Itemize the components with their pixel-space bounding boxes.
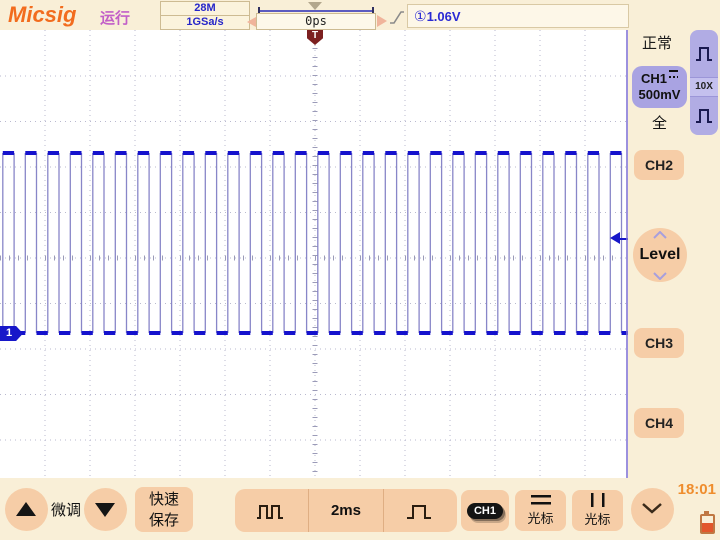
chevron-down-icon bbox=[653, 272, 667, 280]
triangle-up-icon bbox=[16, 502, 36, 516]
battery-icon bbox=[700, 511, 715, 534]
pan-right-icon[interactable] bbox=[377, 15, 387, 27]
trigger-level-value: 1.06V bbox=[426, 9, 461, 24]
sample-rate-value: 1GSa/s bbox=[186, 16, 224, 28]
single-pulse-icon bbox=[407, 504, 432, 519]
timebase-control-group: 2ms bbox=[235, 489, 457, 532]
trigger-slope-icon[interactable] bbox=[389, 8, 405, 26]
trigger-level-arrow-head bbox=[610, 231, 620, 244]
horizontal-cursors-icon bbox=[530, 495, 551, 505]
active-channel-button[interactable]: CH1 bbox=[461, 490, 509, 531]
dc-coupling-icon bbox=[669, 70, 678, 79]
memory-track bbox=[258, 10, 374, 12]
quick-save-button[interactable]: 快速 保存 bbox=[135, 487, 193, 532]
window-position-marker-icon[interactable] bbox=[308, 2, 322, 10]
pan-left-icon[interactable] bbox=[247, 17, 256, 27]
adjust-down-button[interactable] bbox=[84, 488, 127, 531]
battery-fill bbox=[702, 523, 713, 532]
quick-save-line2: 保存 bbox=[148, 512, 179, 529]
chevron-up-icon bbox=[653, 231, 667, 239]
scope-graticule-and-trace bbox=[0, 30, 628, 478]
vertical-cursor-button[interactable]: 光标 bbox=[572, 490, 623, 531]
waveform-display[interactable]: T 1 bbox=[0, 30, 628, 478]
probe-panel[interactable]: 10X bbox=[690, 30, 718, 135]
horizontal-position-value[interactable]: 0ps bbox=[256, 13, 376, 30]
timebase-zoom-in-button[interactable] bbox=[382, 489, 457, 532]
vertical-cursors-icon bbox=[590, 493, 604, 507]
horizontal-cursor-label: 光标 bbox=[527, 511, 554, 526]
ch1-scale-value: 500mV bbox=[638, 87, 681, 102]
chevron-down-icon bbox=[642, 503, 662, 514]
acquire-mode-label[interactable]: 正常 bbox=[642, 32, 672, 53]
run-state-label[interactable]: 运行 bbox=[100, 7, 130, 28]
trigger-source-symbol: ① bbox=[414, 8, 427, 24]
ch3-button[interactable]: CH3 bbox=[634, 328, 684, 358]
ch1-bandwidth-label: 全 bbox=[651, 115, 667, 132]
pulse-up-icon[interactable] bbox=[694, 42, 714, 64]
vertical-cursor-label: 光标 bbox=[584, 512, 611, 527]
quick-save-line1: 快速 bbox=[148, 491, 179, 508]
horizontal-position-slider[interactable]: 0ps bbox=[256, 0, 376, 30]
fine-tune-label: 微调 bbox=[50, 502, 81, 519]
ch2-button[interactable]: CH2 bbox=[634, 150, 684, 180]
acquisition-info-box[interactable]: 28M 1GSa/s bbox=[160, 1, 250, 30]
right-control-panel: 正常 10X CH1 500mV 全 CH2 Level CH3 CH4 bbox=[628, 30, 720, 478]
trigger-info-box[interactable]: ①1.06V bbox=[407, 4, 629, 28]
adjust-up-button[interactable] bbox=[5, 488, 48, 531]
brand-logo: Micsig bbox=[8, 2, 77, 27]
trigger-level-knob[interactable]: Level bbox=[633, 228, 687, 282]
ch4-button[interactable]: CH4 bbox=[634, 408, 684, 438]
timebase-value: 2ms bbox=[330, 502, 361, 519]
timebase-zoom-out-button[interactable] bbox=[235, 489, 308, 532]
memory-depth-value: 28M bbox=[161, 2, 249, 16]
double-pulse-icon bbox=[256, 504, 283, 519]
horizontal-cursor-button[interactable]: 光标 bbox=[515, 490, 566, 531]
clock-label: 18:01 bbox=[677, 481, 716, 498]
pulse-down-icon[interactable] bbox=[694, 104, 714, 126]
bottom-toolbar: 微调 快速 保存 2ms CH1 光标 光标 18:01 bbox=[0, 478, 720, 540]
active-channel-value: CH1 bbox=[466, 502, 503, 519]
top-status-bar: Micsig 运行 28M 1GSa/s 0ps ①1.06V bbox=[0, 0, 720, 30]
probe-attenuation-value[interactable]: 10X bbox=[690, 77, 718, 97]
ch1-settings-button[interactable]: CH1 500mV bbox=[632, 66, 687, 108]
timebase-value-cell[interactable]: 2ms bbox=[308, 489, 382, 532]
ch1-label: CH1 bbox=[632, 70, 687, 87]
triangle-down-icon bbox=[95, 503, 115, 517]
oscilloscope-app: Micsig 运行 28M 1GSa/s 0ps ①1.06V T 1 正常 1… bbox=[0, 0, 720, 540]
